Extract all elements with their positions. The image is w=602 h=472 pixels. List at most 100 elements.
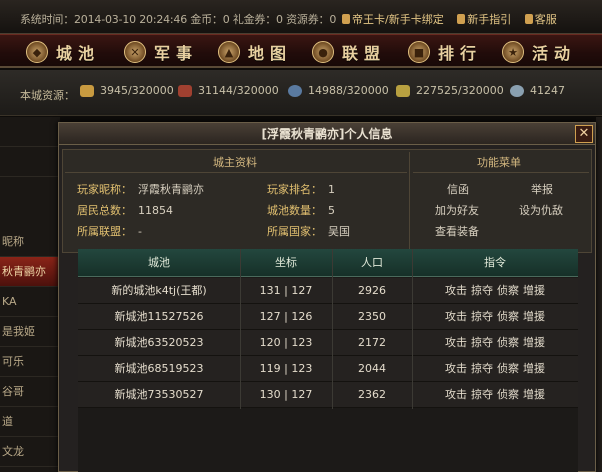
scout-button[interactable]: 侦察 [497,284,519,297]
plunder-button[interactable]: 掠夺 [471,388,493,401]
nav-ranking-label: 排行 [438,44,483,63]
map-icon: ▲ [218,41,240,63]
nav-activity-label: 活动 [532,44,577,63]
nav-alliance[interactable]: ● 联盟 [312,39,386,65]
column-commands: 指令 [484,256,506,269]
alliance-field: 所属联盟： - [77,223,142,239]
attack-button[interactable]: 攻击 [445,388,467,401]
divider [409,152,410,250]
reinforce-button[interactable]: 增援 [523,336,545,349]
set-enemy-link[interactable]: 设为仇敌 [519,202,563,218]
resource-coupon-count: 资源券：0 [286,13,337,26]
column-city: 城池 [148,256,170,269]
list-item[interactable] [0,117,60,147]
list-item[interactable] [0,147,60,177]
support-link[interactable]: 客服 [524,13,557,26]
attack-button[interactable]: 攻击 [445,336,467,349]
list-item[interactable]: KA [0,287,60,317]
coord-y: 123 [291,336,313,349]
coord-separator: | [284,362,288,375]
city-table: 城池 坐标 人口 指令 新的城池k4tj(王都) 131 | 127 2926 … [78,249,578,472]
city-population: 2926 [358,284,386,297]
coord-x: 119 [259,362,281,375]
nickname-value: 浮霞秋青鹂亦 [138,183,204,196]
card-bind-label: 帝王卡/新手卡绑定 [352,13,444,26]
cities-value: 5 [328,204,335,217]
column-divider [240,249,241,409]
city-name: 新城池11527526 [114,310,204,323]
nav-military[interactable]: ✕ 军事 [124,39,198,65]
status-info: 系统时间：2014-03-10 20:24:46 金币：0 礼金券：0 资源券：… [20,11,336,27]
coord-x: 130 [259,388,281,401]
activity-icon: ★ [502,41,524,63]
table-row: 新城池11527526 127 | 126 2350 攻击 掠夺 侦察 增援 [78,304,578,330]
nav-ranking[interactable]: ■ 排行 [408,39,482,65]
list-item[interactable]: 昵称 [0,227,60,257]
player-info-panel: 城主资料 功能菜单 玩家昵称： 浮霞秋青鹂亦 玩家排名： 1 居民总数： 11854 … [62,149,592,253]
divider [413,172,589,173]
plunder-button[interactable]: 掠夺 [471,284,493,297]
coord-x: 127 [259,310,281,323]
population-value: 41247 [530,84,565,97]
view-equipment-link[interactable]: 查看装备 [435,223,479,239]
city-name: 新城池68519523 [114,362,204,375]
wood-icon [178,84,192,97]
attack-button[interactable]: 攻击 [445,310,467,323]
scout-button[interactable]: 侦察 [497,388,519,401]
close-button[interactable]: ✕ [575,125,593,143]
report-link[interactable]: 举报 [531,181,553,197]
scout-button[interactable]: 侦察 [497,336,519,349]
population-icon [510,84,524,97]
cities-field: 城池数量： 5 [267,202,335,218]
coord-separator: | [284,336,288,349]
attack-button[interactable]: 攻击 [445,362,467,375]
resource-population: 41247 [510,84,565,97]
resource-stone: 14988/320000 [288,84,389,97]
nav-activity[interactable]: ★ 活动 [502,39,576,65]
city-commands: 攻击 掠夺 侦察 增援 [412,278,578,304]
scout-button[interactable]: 侦察 [497,362,519,375]
status-bar: 系统时间：2014-03-10 20:24:46 金币：0 礼金券：0 资源券：… [0,0,602,34]
sword-icon: ✕ [124,41,146,63]
guide-link[interactable]: 新手指引 [457,13,511,26]
background-player-list: 昵称 秋青鹂亦 KA 是我姬 可乐 谷哥 道 文龙 [0,117,60,472]
reinforce-button[interactable]: 增援 [523,310,545,323]
add-friend-link[interactable]: 加为好友 [435,202,479,218]
coord-separator: | [284,310,288,323]
plunder-button[interactable]: 掠夺 [471,362,493,375]
list-item[interactable]: 可乐 [0,347,60,377]
table-row: 新城池68519523 119 | 123 2044 攻击 掠夺 侦察 增援 [78,356,578,382]
list-item[interactable]: 文龙 [0,437,60,467]
country-field: 所属国家： 吴国 [267,223,350,239]
system-time: 2014-03-10 20:24:46 [74,13,188,26]
nav-map[interactable]: ▲ 地图 [218,39,292,65]
attack-button[interactable]: 攻击 [445,284,467,297]
rank-value: 1 [328,183,335,196]
list-item[interactable]: 是我姬 [0,317,60,347]
scout-button[interactable]: 侦察 [497,310,519,323]
list-item[interactable]: 谷哥 [0,377,60,407]
nav-map-label: 地图 [248,44,293,63]
divider [65,172,407,173]
plunder-button[interactable]: 掠夺 [471,310,493,323]
reinforce-button[interactable]: 增援 [523,362,545,375]
function-menu-header: 功能菜单 [477,156,521,169]
card-bind-link[interactable]: 帝王卡/新手卡绑定 [342,13,444,26]
list-item[interactable]: 道 [0,407,60,437]
plunder-button[interactable]: 掠夺 [471,336,493,349]
nav-city[interactable]: ◆ 城池 [26,39,100,65]
iron-value: 227525/320000 [416,84,504,97]
cities-label: 城池数量： [267,204,322,217]
mail-link[interactable]: 信函 [447,181,469,197]
support-icon [524,14,533,24]
guide-label: 新手指引 [467,13,512,26]
coord-x: 120 [259,336,281,349]
player-info-dialog: [浮霞秋青鹂亦]个人信息 ✕ 城主资料 功能菜单 玩家昵称： 浮霞秋青鹂亦 玩家排… [58,122,596,472]
reinforce-button[interactable]: 增援 [523,388,545,401]
list-item[interactable]: 秋青鹂亦 [0,257,60,287]
residents-value: 11854 [138,204,173,217]
reinforce-button[interactable]: 增援 [523,284,545,297]
system-time-label: 系统时间： [20,13,74,26]
nav-alliance-label: 联盟 [342,44,387,63]
city-name: 新城池63520523 [114,336,204,349]
